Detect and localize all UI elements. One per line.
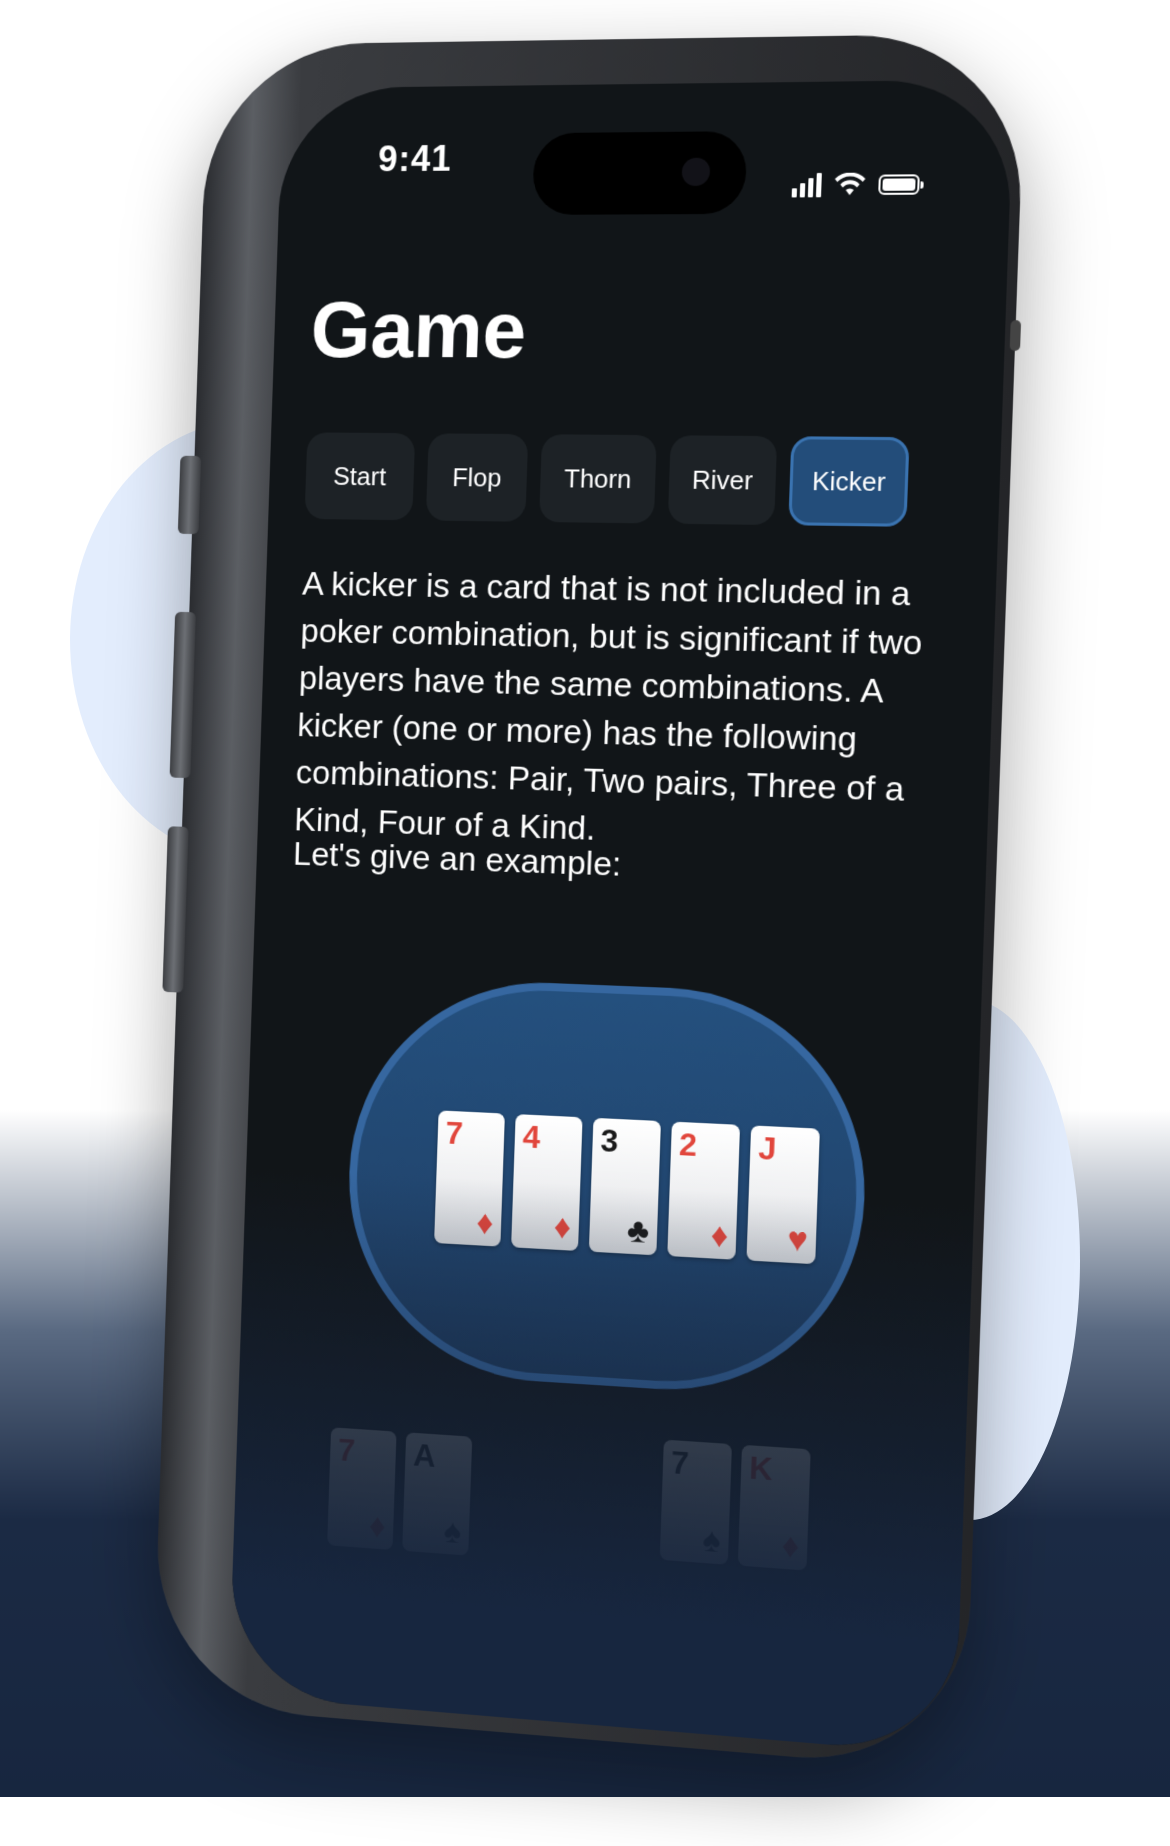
card-rank: 7 bbox=[445, 1115, 464, 1152]
card-rank: 3 bbox=[600, 1122, 619, 1160]
battery-icon bbox=[878, 174, 920, 195]
kicker-description: A kicker is a card that is not included … bbox=[294, 560, 959, 864]
wifi-icon bbox=[833, 173, 866, 198]
tab-flop[interactable]: Flop bbox=[426, 433, 528, 521]
tab-kicker[interactable]: Kicker bbox=[788, 436, 909, 527]
screen-fade-overlay bbox=[228, 1167, 974, 1755]
card-rank: 2 bbox=[678, 1126, 697, 1164]
tab-start[interactable]: Start bbox=[305, 432, 416, 520]
cellular-signal-icon bbox=[792, 173, 822, 198]
tab-river[interactable]: River bbox=[668, 435, 777, 525]
power-button bbox=[1010, 320, 1021, 351]
tab-thorn[interactable]: Thorn bbox=[539, 434, 657, 523]
page-title: Game bbox=[309, 285, 527, 377]
action-button bbox=[178, 456, 201, 534]
dynamic-island bbox=[532, 131, 748, 215]
card-rank: J bbox=[758, 1130, 777, 1168]
camera-icon bbox=[681, 158, 710, 186]
phone-mockup: 9:41 Game Start Flop Thorn River Kicker … bbox=[0, 0, 1170, 1846]
status-time: 9:41 bbox=[377, 138, 452, 180]
card-rank: 4 bbox=[522, 1118, 541, 1156]
status-icons bbox=[792, 172, 920, 197]
tab-bar: Start Flop Thorn River Kicker bbox=[305, 432, 910, 526]
phone-screen: 9:41 Game Start Flop Thorn River Kicker … bbox=[228, 79, 1014, 1755]
